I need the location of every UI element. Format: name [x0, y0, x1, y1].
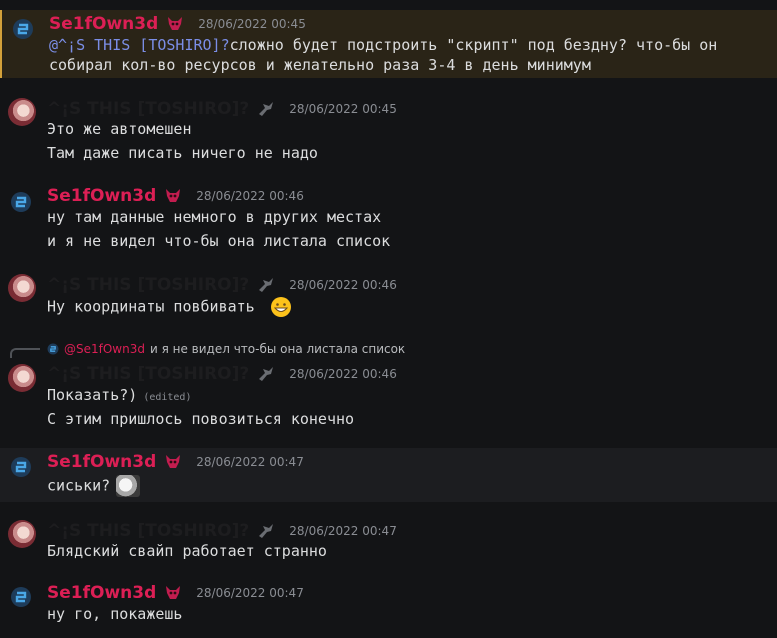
message-1[interactable]: Se1fOwn3d 28/06/2022 00:45 @^¡S THIS [TO…	[0, 10, 777, 78]
message-text: ну там данные немного в других местах	[47, 208, 382, 226]
message-2[interactable]: ^¡S THIS [TOSHIRO]? 28/06/2022 00:45 Это…	[0, 94, 777, 164]
message-content: @^¡S THIS [TOSHIRO]?сложно будет подстро…	[49, 36, 717, 54]
sky-logo-icon	[11, 192, 31, 212]
demon-mask-icon	[166, 189, 181, 202]
message-header: ^¡S THIS [TOSHIRO]? 28/06/2022 00:45	[47, 99, 397, 119]
message-text: Это же автомешен	[47, 120, 192, 138]
dragon-icon	[259, 278, 274, 292]
reply-reference[interactable]: @Se1fOwn3d и я не видел что-бы она листа…	[47, 342, 405, 356]
grinning-face-emoji[interactable]	[270, 296, 292, 318]
message-text: Показать?)	[47, 386, 138, 404]
timestamp: 28/06/2022 00:45	[289, 102, 397, 116]
message-text: и я не видел что-бы она листала список	[47, 232, 391, 250]
message-content: сиськи?	[47, 475, 141, 497]
sky-logo-icon	[11, 587, 31, 607]
avatar[interactable]	[8, 520, 36, 548]
message-content: Ну координаты повбивать	[47, 296, 292, 318]
message-header: Se1fOwn3d 28/06/2022 00:45	[49, 14, 306, 34]
message-8[interactable]: Se1fOwn3d 28/06/2022 00:47 ну го, покаже…	[0, 580, 777, 630]
username[interactable]: Se1fOwn3d	[47, 186, 156, 206]
username[interactable]: Se1fOwn3d	[47, 583, 156, 603]
message-text: Там даже писать ничего не надо	[47, 144, 318, 162]
dragon-icon	[259, 367, 274, 381]
message-text: С этим пришлось повозиться конечно	[47, 410, 355, 428]
timestamp: 28/06/2022 00:47	[289, 524, 397, 538]
reply-username[interactable]: @Se1fOwn3d	[64, 342, 145, 356]
message-header: ^¡S THIS [TOSHIRO]? 28/06/2022 00:47	[47, 521, 397, 541]
timestamp: 28/06/2022 00:47	[196, 455, 304, 469]
message-header: ^¡S THIS [TOSHIRO]? 28/06/2022 00:46	[47, 275, 397, 295]
message-6[interactable]: Se1fOwn3d 28/06/2022 00:47 сиськи?	[0, 448, 777, 502]
sky-logo-icon	[13, 19, 33, 39]
message-text: сиськи?	[47, 476, 111, 495]
message-7[interactable]: ^¡S THIS [TOSHIRO]? 28/06/2022 00:47 Бля…	[0, 516, 777, 564]
username[interactable]: ^¡S THIS [TOSHIRO]?	[47, 521, 249, 541]
demon-mask-icon	[166, 586, 181, 599]
message-header: ^¡S THIS [TOSHIRO]? 28/06/2022 00:46	[47, 364, 397, 384]
message-text: ну го, покажешь	[47, 605, 183, 623]
demon-mask-icon	[168, 17, 183, 30]
timestamp: 28/06/2022 00:46	[289, 367, 397, 381]
edited-label: (edited)	[143, 392, 192, 403]
avatar[interactable]	[10, 191, 32, 213]
dragon-icon	[259, 102, 274, 116]
avatar[interactable]	[10, 456, 32, 478]
message-5[interactable]: @Se1fOwn3d и я не видел что-бы она листа…	[0, 338, 777, 434]
user-mention[interactable]: @^¡S THIS [TOSHIRO]?	[49, 36, 230, 54]
message-4[interactable]: ^¡S THIS [TOSHIRO]? 28/06/2022 00:46 Ну …	[0, 270, 777, 324]
timestamp: 28/06/2022 00:47	[196, 586, 304, 600]
sky-logo-icon	[11, 457, 31, 477]
cat-emoji[interactable]	[116, 475, 141, 497]
username[interactable]: Se1fOwn3d	[49, 14, 158, 34]
username[interactable]: Se1fOwn3d	[47, 452, 156, 472]
timestamp: 28/06/2022 00:45	[198, 17, 306, 31]
timestamp: 28/06/2022 00:46	[289, 278, 397, 292]
avatar[interactable]	[10, 586, 32, 608]
timestamp: 28/06/2022 00:46	[196, 189, 304, 203]
message-3[interactable]: Se1fOwn3d 28/06/2022 00:46 ну там данные…	[0, 182, 777, 252]
message-text: собирал кол-во ресурсов и желательно раз…	[49, 56, 591, 74]
message-header: Se1fOwn3d 28/06/2022 00:47	[47, 583, 304, 603]
username[interactable]: ^¡S THIS [TOSHIRO]?	[47, 99, 249, 119]
chat-log: Se1fOwn3d 28/06/2022 00:45 @^¡S THIS [TO…	[0, 0, 777, 638]
reply-excerpt[interactable]: и я не видел что-бы она листала список	[150, 342, 405, 356]
username[interactable]: ^¡S THIS [TOSHIRO]?	[47, 364, 249, 384]
message-header: Se1fOwn3d 28/06/2022 00:47	[47, 452, 304, 472]
avatar[interactable]	[8, 364, 36, 392]
avatar[interactable]	[8, 98, 36, 126]
username[interactable]: ^¡S THIS [TOSHIRO]?	[47, 275, 249, 295]
message-content: Показать?) (edited)	[47, 386, 191, 404]
message-text: сложно будет подстроить "скрипт" под без…	[229, 36, 718, 54]
sky-logo-icon	[47, 343, 59, 355]
message-header: Se1fOwn3d 28/06/2022 00:46	[47, 186, 304, 206]
demon-mask-icon	[166, 455, 181, 468]
avatar[interactable]	[12, 18, 34, 40]
dragon-icon	[259, 524, 274, 538]
message-text: Блядский свайп работает странно	[47, 542, 327, 560]
message-text: Ну координаты повбивать	[47, 297, 255, 316]
avatar[interactable]	[8, 274, 36, 302]
